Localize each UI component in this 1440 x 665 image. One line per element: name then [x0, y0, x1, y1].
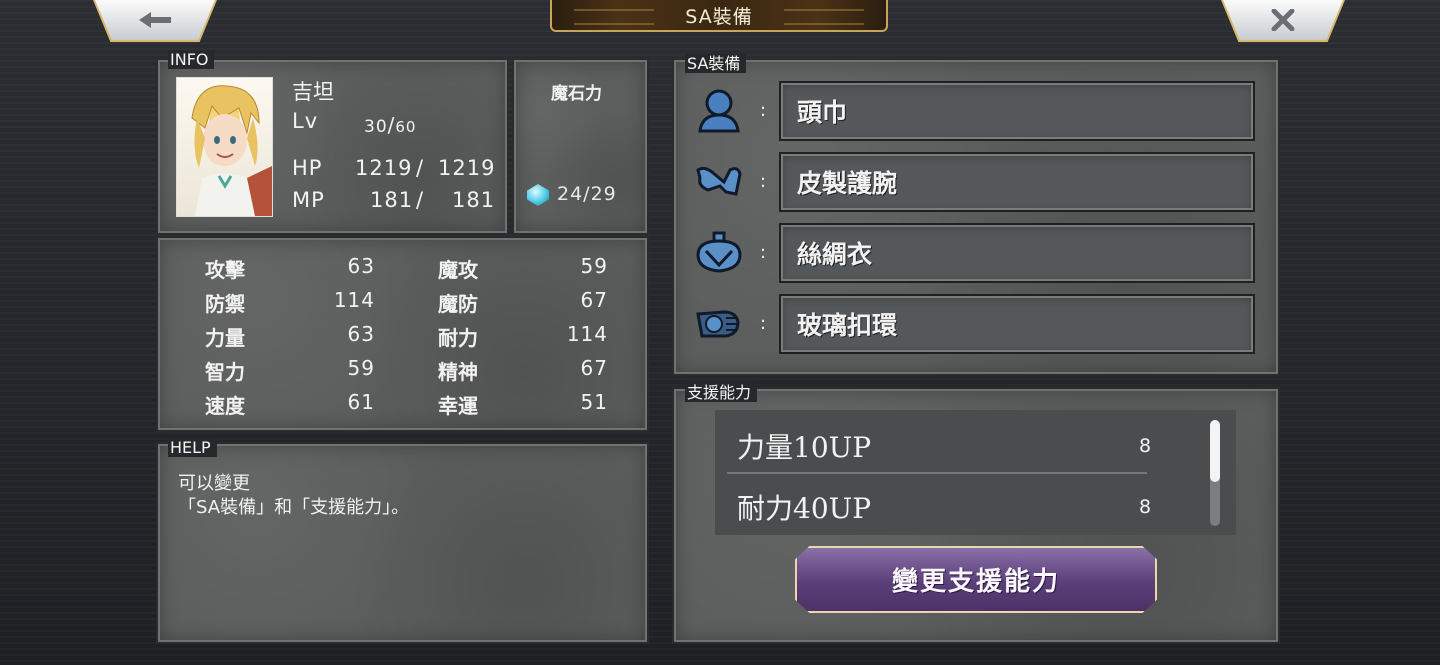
slot-2-colon: : — [760, 171, 767, 192]
level-max: 60 — [395, 118, 417, 136]
mp-slash: / — [416, 188, 425, 212]
hp-slash: / — [416, 156, 425, 180]
stat-value: 59 — [347, 356, 375, 380]
support-ability-item[interactable]: 耐力40UP 8 — [737, 479, 1157, 534]
mp-label: MP — [292, 188, 325, 212]
stat-value: 63 — [347, 254, 375, 278]
stat-value: 114 — [566, 322, 608, 346]
equipment-slot-accessory-name: 玻璃扣環 — [797, 311, 898, 340]
stat-value: 63 — [347, 322, 375, 346]
stat-label: 攻擊 — [205, 258, 245, 282]
title-bar: SA裝備 — [550, 0, 888, 32]
back-button[interactable] — [95, 0, 215, 40]
arm-guard-icon — [694, 158, 744, 204]
stat-label: 速度 — [205, 394, 245, 418]
stat-label: 魔攻 — [438, 258, 478, 282]
stat-value: 59 — [580, 254, 608, 278]
equipment-slot-head-name: 頭巾 — [797, 98, 848, 127]
stat-label: 力量 — [205, 326, 245, 350]
head-icon — [694, 87, 744, 133]
stat-label: 智力 — [205, 360, 245, 384]
stat-label: 防禦 — [205, 292, 245, 316]
level-label: Lv — [292, 109, 319, 133]
info-section-label: INFO — [168, 50, 215, 69]
title-decoration-right — [784, 9, 864, 25]
equipment-label-text: SA裝備 — [685, 54, 747, 73]
support-label-text: 支援能力 — [685, 383, 758, 402]
page-title: SA裝備 — [685, 5, 753, 28]
help-line-1: 可以變更 — [178, 473, 250, 494]
help-label-text: HELP — [168, 438, 217, 457]
support-section-label: 支援能力 — [685, 379, 758, 403]
stat-label: 魔防 — [438, 292, 478, 316]
level-value: 30/60 — [364, 113, 417, 137]
equipment-slot-body[interactable]: 絲綢衣 — [779, 223, 1255, 283]
slot-1-colon: : — [760, 100, 767, 121]
hp-max: 1219 — [438, 156, 496, 180]
support-ability-list[interactable]: 力量10UP 8 耐力40UP 8 — [715, 410, 1236, 535]
mp-max: 181 — [452, 188, 496, 212]
close-button[interactable] — [1223, 0, 1343, 40]
slot-3-colon: : — [760, 242, 767, 263]
support-ability-item[interactable]: 力量10UP 8 — [737, 418, 1157, 473]
support-ability-cost: 8 — [1139, 434, 1152, 457]
character-portrait — [176, 77, 273, 217]
stat-label: 耐力 — [438, 326, 478, 350]
equipment-slot-head[interactable]: 頭巾 — [779, 81, 1255, 141]
info-label-text: INFO — [168, 50, 215, 69]
hp-label: HP — [292, 156, 323, 180]
accessory-icon — [694, 300, 744, 346]
magic-stone-value: 24/29 — [557, 183, 617, 205]
stat-value: 51 — [580, 390, 608, 414]
hp-current: 1219 — [355, 156, 413, 180]
close-icon — [1271, 9, 1295, 31]
stat-value: 61 — [347, 390, 375, 414]
armor-icon — [694, 229, 744, 275]
scrollbar-thumb[interactable] — [1210, 420, 1220, 482]
equipment-slot-body-name: 絲綢衣 — [797, 240, 873, 269]
support-ability-name: 力量10UP — [737, 430, 872, 464]
mp-current: 181 — [370, 188, 414, 212]
equipment-slot-arm-name: 皮製護腕 — [797, 169, 898, 198]
help-section-label: HELP — [168, 438, 217, 457]
equipment-section-label: SA裝備 — [685, 50, 747, 74]
arrow-left-icon — [139, 12, 171, 28]
stat-value: 114 — [333, 288, 375, 312]
list-divider — [727, 472, 1147, 474]
magic-stone-title: 魔石力 — [551, 84, 602, 104]
character-name: 吉坦 — [292, 80, 334, 104]
support-list-scrollbar[interactable] — [1210, 420, 1220, 526]
title-decoration-left — [574, 9, 654, 25]
support-ability-cost: 8 — [1139, 495, 1152, 518]
stat-value: 67 — [580, 356, 608, 380]
equipment-slot-accessory[interactable]: 玻璃扣環 — [779, 294, 1255, 354]
stat-label: 精神 — [438, 360, 478, 384]
stat-value: 67 — [580, 288, 608, 312]
stat-label: 幸運 — [438, 394, 478, 418]
equipment-slot-arm[interactable]: 皮製護腕 — [779, 152, 1255, 212]
portrait-art — [191, 85, 272, 216]
change-support-ability-button[interactable]: 變更支援能力 — [795, 546, 1157, 613]
level-current: 30 — [364, 117, 388, 137]
support-ability-name: 耐力40UP — [737, 491, 872, 525]
slot-4-colon: : — [760, 313, 767, 334]
help-line-2: 「SA裝備」和「支援能力」。 — [178, 497, 410, 518]
help-text: 可以變更 「SA裝備」和「支援能力」。 — [178, 472, 409, 520]
